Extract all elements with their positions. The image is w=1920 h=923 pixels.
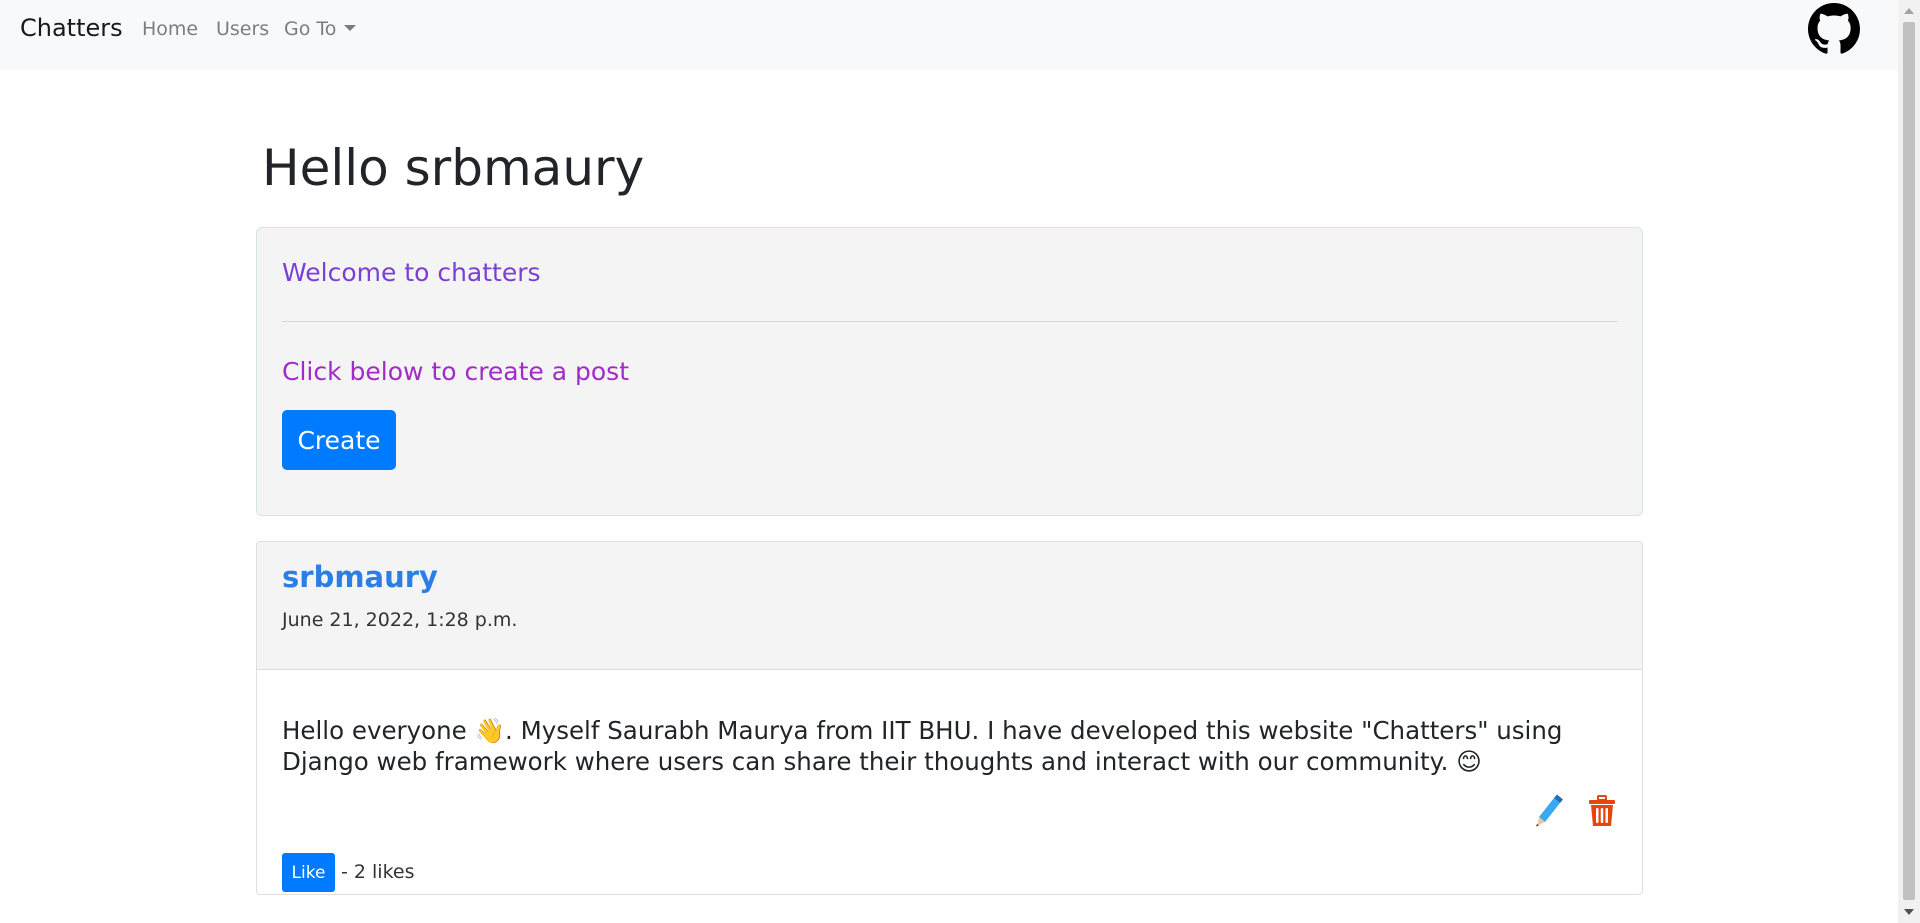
scroll-down-arrow-icon[interactable] xyxy=(1904,909,1914,915)
post-card: srbmaury June 21, 2022, 1:28 p.m. Hello … xyxy=(256,541,1643,895)
create-post-button[interactable]: Create xyxy=(282,410,396,470)
nav-home[interactable]: Home xyxy=(142,18,198,40)
navbar: Chatters Home Users Go To xyxy=(0,0,1898,70)
welcome-card: Welcome to chatters Click below to creat… xyxy=(256,227,1643,516)
create-prompt: Click below to create a post xyxy=(282,357,630,386)
welcome-title: Welcome to chatters xyxy=(282,258,541,287)
page-title: Hello srbmaury xyxy=(262,139,645,197)
nav-users[interactable]: Users xyxy=(216,18,269,40)
nav-goto-dropdown[interactable]: Go To xyxy=(284,18,357,40)
scroll-up-arrow-icon[interactable] xyxy=(1904,8,1914,14)
pencil-icon[interactable] xyxy=(1532,793,1564,827)
like-count: - 2 likes xyxy=(341,861,415,883)
caret-down-icon xyxy=(344,25,357,31)
post-date: June 21, 2022, 1:28 p.m. xyxy=(282,609,518,631)
welcome-divider xyxy=(282,321,1618,322)
brand-link[interactable]: Chatters xyxy=(20,14,123,42)
nav-goto-label: Go To xyxy=(284,18,337,40)
post-author-link[interactable]: srbmaury xyxy=(282,560,438,594)
like-button[interactable]: Like xyxy=(282,853,335,892)
post-body: Hello everyone 👋. Myself Saurabh Maurya … xyxy=(282,716,1563,776)
page-scrollbar[interactable] xyxy=(1898,0,1920,923)
post-header: srbmaury June 21, 2022, 1:28 p.m. xyxy=(257,542,1642,670)
trash-icon[interactable] xyxy=(1588,795,1616,827)
scroll-thumb[interactable] xyxy=(1903,22,1915,900)
github-icon[interactable] xyxy=(1808,3,1860,55)
